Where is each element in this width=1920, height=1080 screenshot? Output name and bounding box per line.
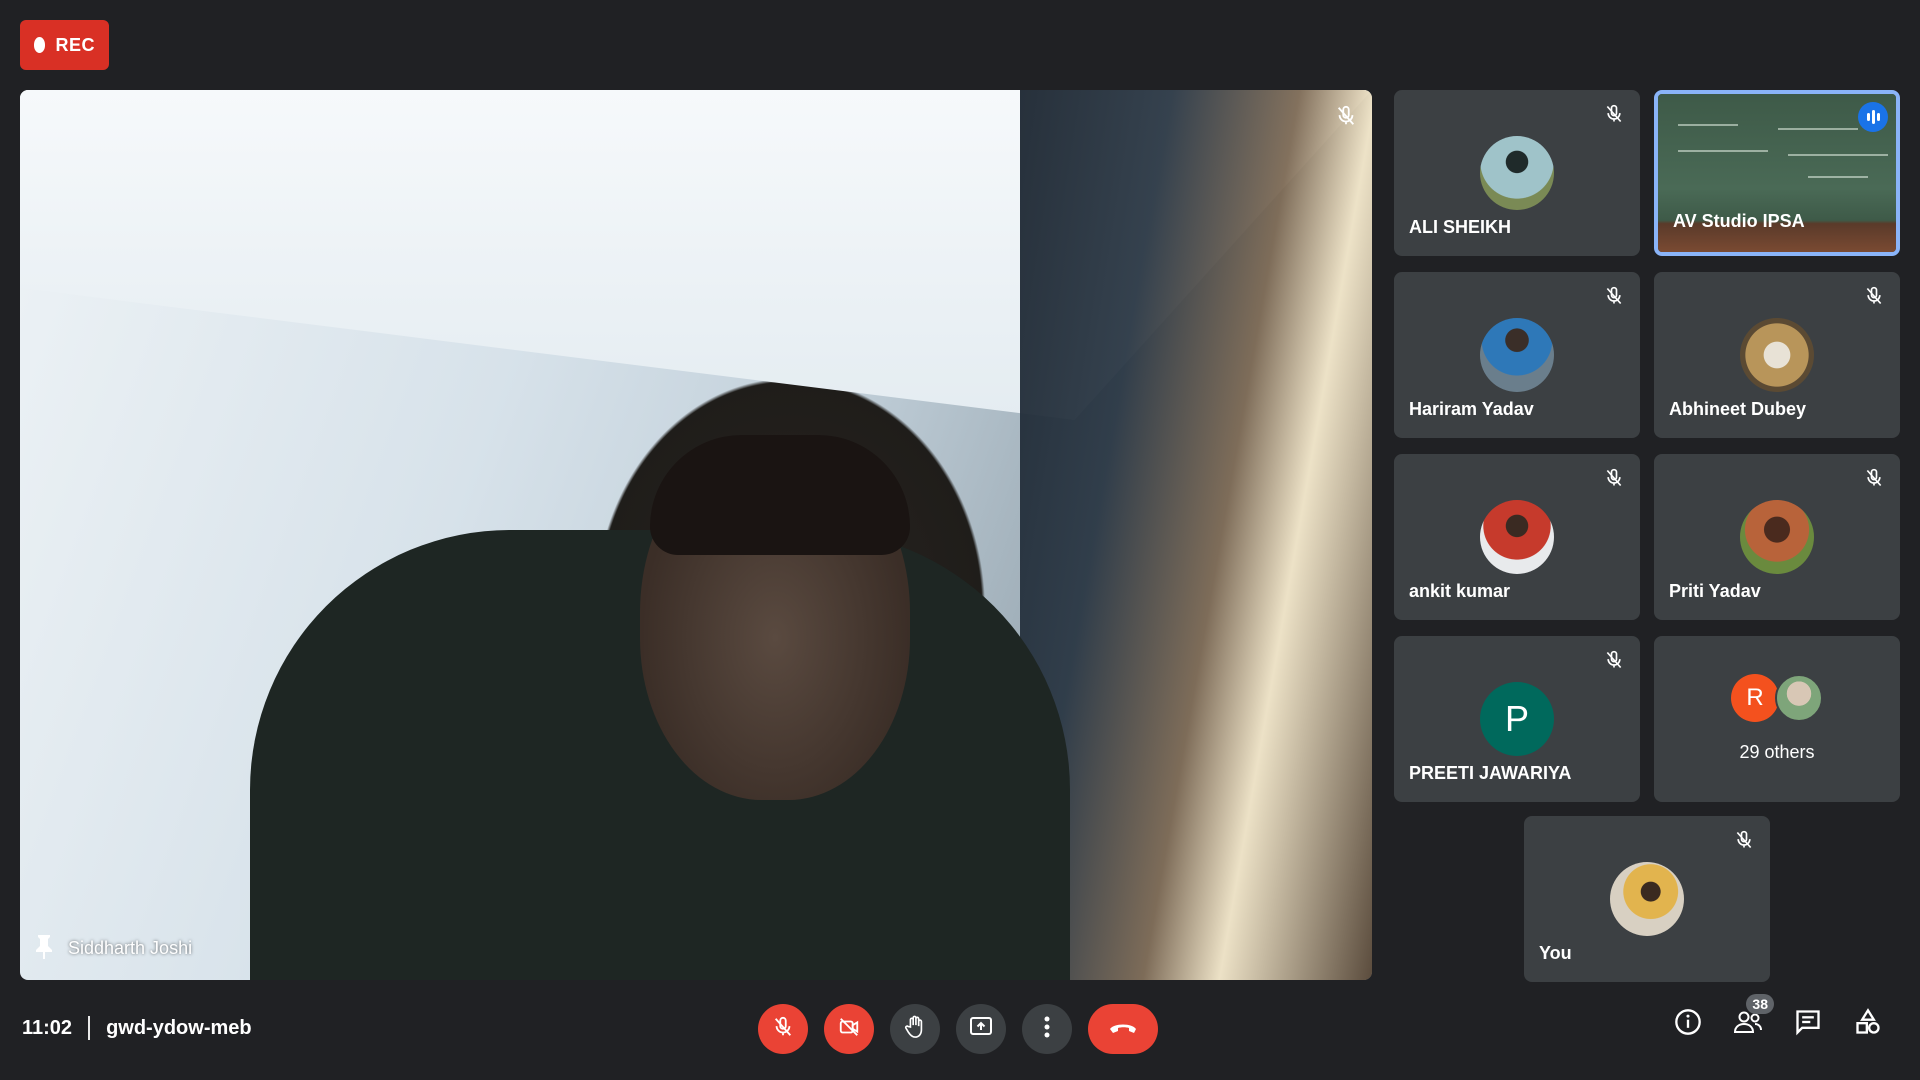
video-window-curtain [1020,90,1372,980]
speaker-name: Siddharth Joshi [68,938,193,958]
participant-count-badge: 38 [1746,994,1774,1014]
avatar [1740,500,1814,574]
divider [88,1016,91,1040]
main-name-tag: Siddharth Joshi [34,933,192,964]
participant-tile[interactable]: P PREETI JAWARIYA [1394,636,1640,802]
speaking-indicator-icon [1858,102,1888,132]
participant-name: ankit kumar [1409,581,1511,601]
participant-tile[interactable]: ALI SHEIKH [1394,90,1640,256]
recording-label: REC [55,34,95,55]
avatar-initial: R [1731,674,1779,722]
video-person-hair [650,435,910,555]
meeting-details-button[interactable] [1674,1008,1702,1041]
avatar-initial: P [1480,682,1554,756]
mic-off-icon [1604,468,1624,493]
avatar [1480,136,1554,210]
participant-name: Hariram Yadav [1409,399,1534,419]
meeting-code[interactable]: gwd-ydow-meb [106,1017,252,1040]
participant-tile[interactable]: Hariram Yadav [1394,272,1640,438]
participant-name: Abhineet Dubey [1669,399,1807,419]
side-panel-icons: 38 [1674,994,1882,1041]
mic-toggle-button[interactable] [758,1004,808,1054]
avatar-letter: R [1746,684,1764,711]
participant-tile[interactable]: Abhineet Dubey [1654,272,1900,438]
participant-tile[interactable]: Priti Yadav [1654,454,1900,620]
mic-off-icon [1604,104,1624,129]
camera-toggle-button[interactable] [824,1004,874,1054]
meeting-info: 11:02 gwd-ydow-meb [22,1016,252,1040]
mic-off-icon [1330,100,1362,132]
avatar [1775,674,1823,722]
info-icon [1674,1008,1702,1041]
meeting-time: 11:02 [22,1016,73,1039]
mic-off-icon [772,1016,794,1043]
avatar [1480,500,1554,574]
main-video-tile[interactable]: Siddharth Joshi [20,90,1372,980]
participant-tile-speaking[interactable]: AV Studio IPSA [1654,90,1900,256]
raise-hand-button[interactable] [890,1004,940,1054]
participant-name: PREETI JAWARIYA [1409,763,1572,783]
chat-button[interactable] [1794,1008,1822,1041]
more-options-button[interactable] [1022,1004,1072,1054]
present-button[interactable] [956,1004,1006,1054]
record-dot-icon [34,37,46,53]
others-avatars: R [1731,674,1831,724]
avatar [1480,318,1554,392]
mic-off-icon [1864,286,1884,311]
mic-off-icon [1734,830,1754,855]
mic-off-icon [1604,286,1624,311]
leave-call-button[interactable] [1088,1004,1158,1054]
others-tile[interactable]: R 29 others [1654,636,1900,802]
participant-tile[interactable]: ankit kumar [1394,454,1640,620]
people-button[interactable]: 38 [1733,994,1774,1038]
more-icon [1044,1016,1050,1043]
recording-indicator[interactable]: REC [20,20,109,70]
end-call-icon [1108,1020,1138,1039]
participant-name: AV Studio IPSA [1673,211,1805,231]
pin-icon[interactable] [34,933,54,964]
raise-hand-icon [904,1015,926,1044]
avatar [1610,862,1684,936]
avatar-letter: P [1504,698,1529,739]
participant-name: Priti Yadav [1669,581,1761,601]
self-tile[interactable]: You [1524,816,1770,982]
activities-icon [1854,1007,1882,1041]
participant-name: ALI SHEIKH [1409,217,1512,237]
mic-off-icon [1864,468,1884,493]
others-count: 29 others [1739,742,1815,762]
activities-button[interactable] [1854,1007,1882,1041]
chat-icon [1794,1008,1822,1041]
call-controls [758,1004,1158,1054]
mic-off-icon [1604,650,1624,675]
present-icon [969,1016,993,1043]
avatar [1740,318,1814,392]
camera-off-icon [837,1016,861,1043]
participant-name: You [1539,943,1572,963]
